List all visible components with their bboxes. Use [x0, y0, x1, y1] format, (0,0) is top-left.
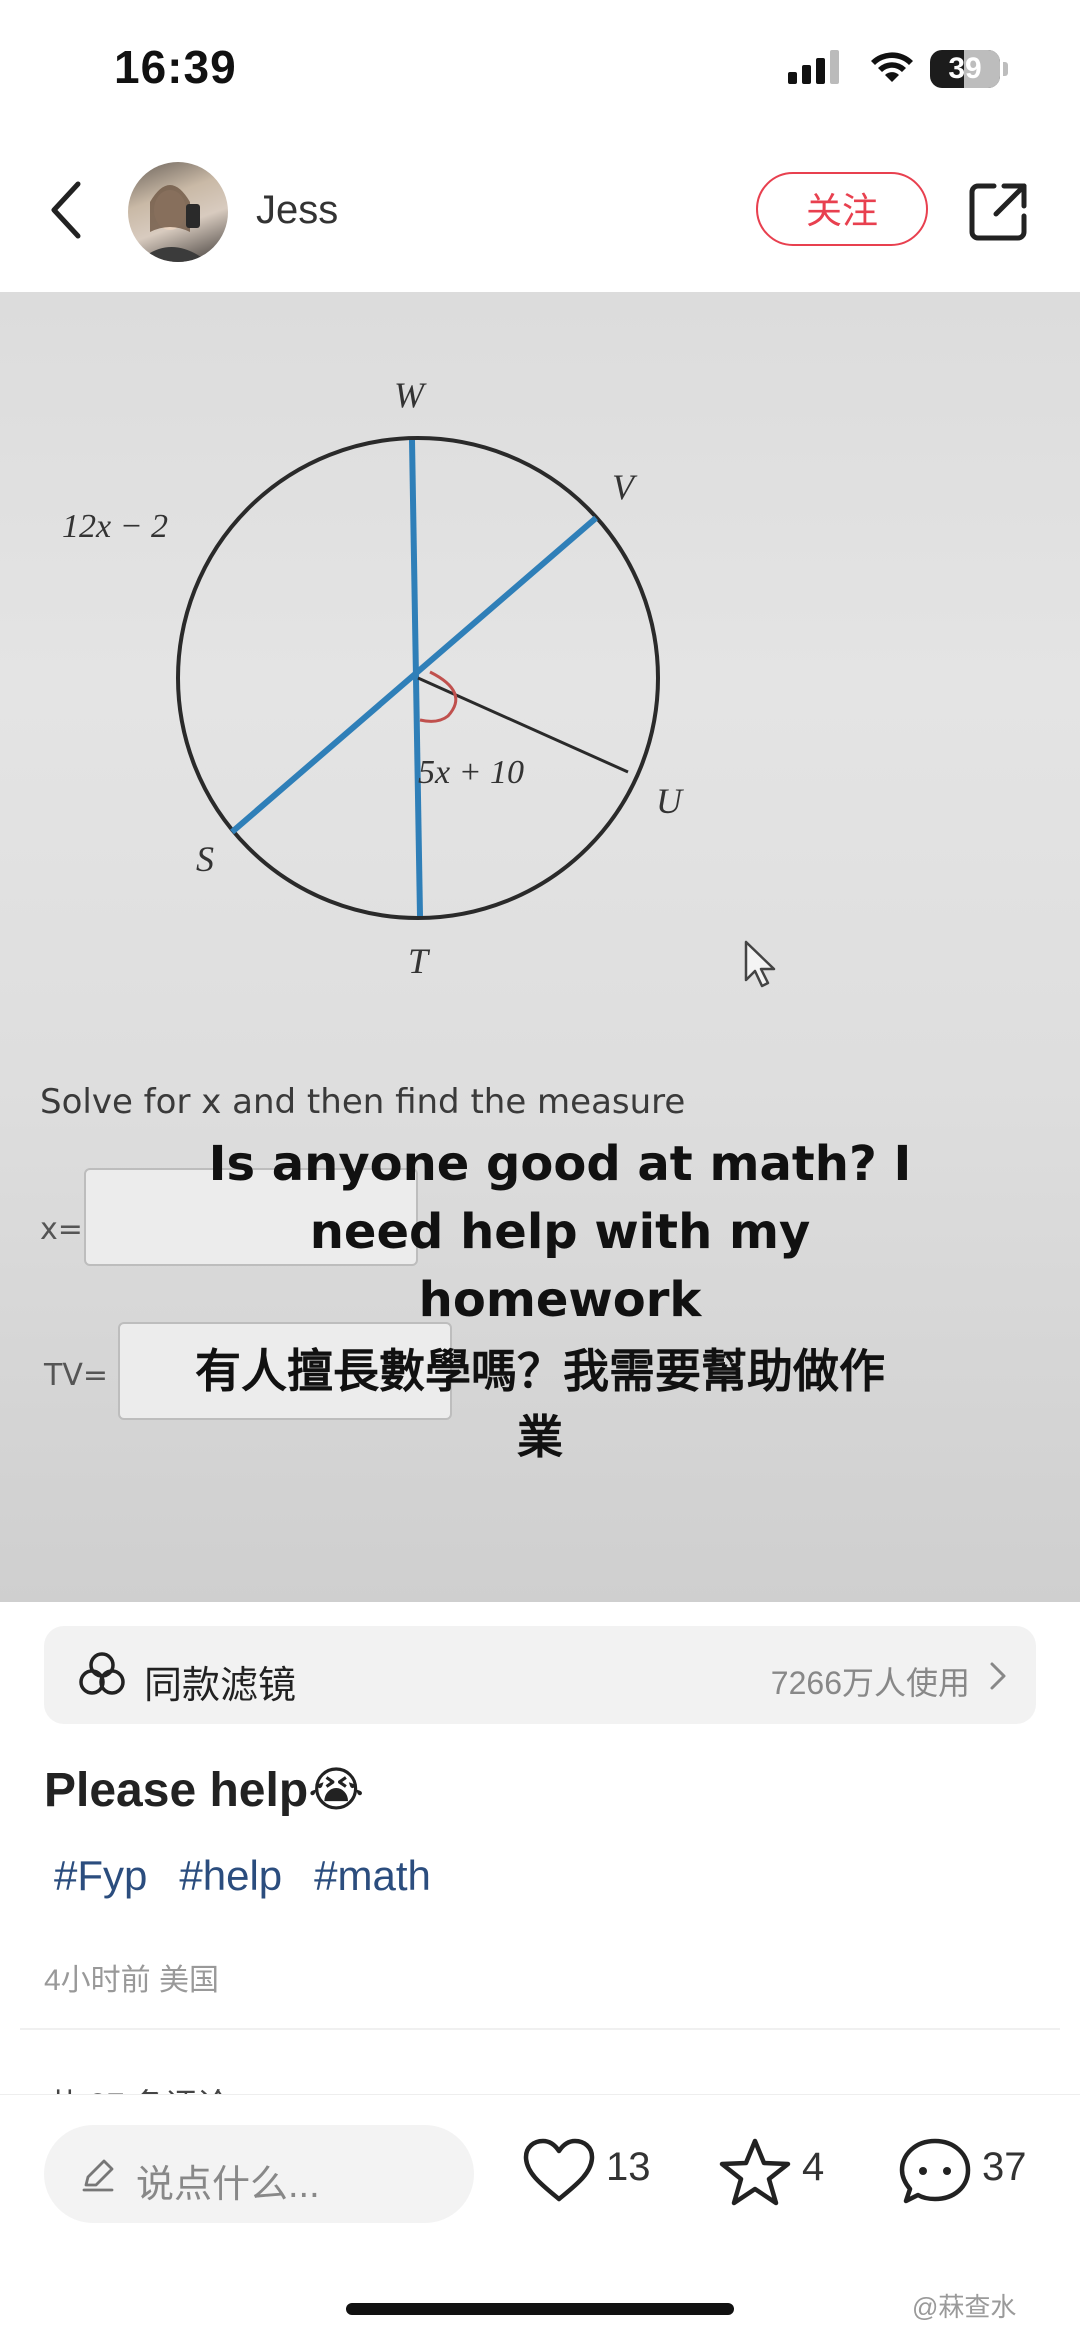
tv-field-label: TV= [44, 1358, 108, 1393]
author-avatar[interactable] [128, 162, 228, 262]
divider [20, 2028, 1060, 2030]
watermark: @菻查水 [912, 2292, 1017, 2322]
filter-label: 同款滤镜 [144, 1665, 297, 1707]
back-arrow-icon[interactable] [48, 180, 88, 240]
filter-circles-icon [79, 1652, 125, 1695]
post-title: Please help😭 [44, 1764, 365, 1817]
author-name[interactable]: Jess [256, 188, 338, 233]
problem-instruction: Solve for x and then find the measure [40, 1082, 686, 1122]
comments-count-heading: 共 37 条评论 [48, 2080, 229, 2094]
mouse-cursor-icon [744, 940, 776, 988]
follow-button[interactable]: 关注 [756, 172, 928, 246]
like-heart-icon[interactable] [522, 2137, 596, 2203]
comment-input[interactable]: 说点什么... [44, 2125, 474, 2223]
post-meta: 4小时前 美国 [44, 1964, 220, 1997]
tag-help[interactable]: #help [179, 1852, 282, 1899]
arc-expression-label: 12x − 2 [62, 508, 169, 545]
comment-bubble-icon[interactable] [898, 2137, 972, 2207]
overlay-caption-chinese: 有人擅長數學嗎？我需要幫助做作業 [195, 1344, 885, 1464]
tag-fyp[interactable]: #Fyp [54, 1852, 147, 1899]
status-bar: 16:39 39 [0, 0, 1080, 140]
favorite-star-icon[interactable] [718, 2137, 792, 2207]
overlay-caption-english: Is anyone good at math? I need help with… [208, 1136, 912, 1328]
pen-icon [82, 2159, 114, 2192]
point-w-label: W [394, 375, 424, 415]
share-icon[interactable] [968, 180, 1030, 242]
bottom-action-bar: 说点什么... 13 4 37 @菻查水 [0, 2094, 1080, 2339]
same-filter-bar[interactable]: 同款滤镜 7266万人使用 [44, 1626, 1036, 1724]
battery-level: 39 [948, 52, 982, 85]
point-s-label: S [196, 839, 214, 879]
cellular-signal-icon [788, 50, 839, 84]
tag-math[interactable]: #math [314, 1852, 431, 1899]
post-image[interactable]: W V U S T 12x − 2 5x + 10 Solve for x an… [0, 292, 1080, 1602]
x-field-label: x= [40, 1212, 83, 1247]
chevron-right-icon [990, 1662, 1006, 1690]
favorite-count: 4 [802, 2145, 825, 2189]
filter-usage-count: 7266万人使用 [770, 1665, 970, 1701]
home-indicator[interactable] [346, 2303, 734, 2315]
comment-count: 37 [982, 2145, 1027, 2189]
wifi-icon [871, 52, 913, 82]
point-u-label: U [656, 781, 682, 821]
point-t-label: T [408, 941, 429, 981]
comment-placeholder: 说点什么... [136, 2164, 320, 2206]
point-v-label: V [612, 467, 634, 507]
like-count: 13 [606, 2145, 651, 2189]
battery-icon: 39 [930, 50, 1000, 88]
status-time: 16:39 [114, 41, 237, 93]
post-tags: #Fyp #help #math [54, 1852, 463, 1900]
angle-expression-label: 5x + 10 [418, 754, 525, 791]
